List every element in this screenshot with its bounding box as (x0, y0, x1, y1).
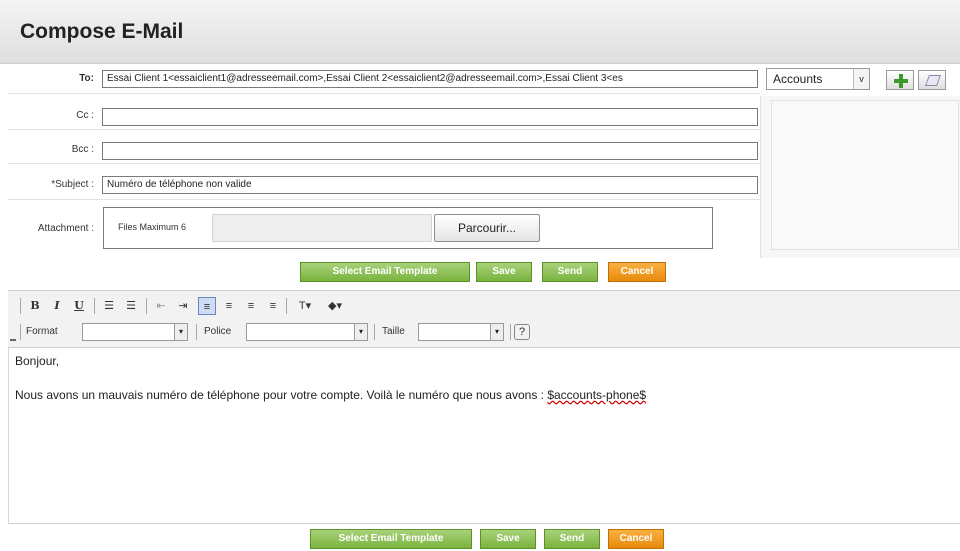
to-label: To: (79, 73, 94, 84)
subject-row: *Subject : Numéro de téléphone non valid… (8, 168, 760, 200)
eraser-icon (924, 75, 942, 86)
top-button-bar: Select Email Template Save Send Cancel (0, 262, 960, 284)
related-module-select[interactable]: Accounts v (766, 68, 870, 90)
message-body-editor[interactable]: Bonjour, Nous avons un mauvais numéro de… (8, 348, 960, 524)
underline-button[interactable]: U (70, 297, 88, 315)
size-label: Taille (382, 326, 405, 337)
ordered-list-icon[interactable]: ☰ (100, 297, 118, 315)
subject-label: *Subject : (51, 179, 94, 190)
add-related-button[interactable] (886, 70, 914, 90)
to-row: To: Essai Client 1<essaiclient1@adressee… (8, 64, 760, 94)
bold-button[interactable]: B (26, 297, 44, 315)
related-module-value: Accounts (773, 72, 823, 86)
cc-field[interactable] (102, 108, 758, 126)
send-button-bottom[interactable]: Send (544, 529, 600, 549)
file-path-input[interactable] (212, 214, 432, 242)
align-right-icon[interactable]: ≡ (242, 297, 260, 315)
unordered-list-icon[interactable]: ☰ (122, 297, 140, 315)
clear-related-button[interactable] (918, 70, 946, 90)
size-select[interactable]: ▾ (418, 323, 504, 341)
chevron-down-icon: v (853, 69, 869, 89)
toolbar-separator (196, 324, 197, 340)
bcc-field[interactable] (102, 142, 758, 160)
font-label: Police (204, 326, 232, 337)
page-title: Compose E-Mail (20, 20, 184, 43)
text-color-icon[interactable]: T▾ (292, 297, 318, 315)
body-line-2: Nous avons un mauvais numéro de téléphon… (15, 388, 646, 402)
cancel-button[interactable]: Cancel (608, 262, 666, 282)
background-color-icon[interactable]: ◆▾ (322, 297, 348, 315)
files-max-hint: Files Maximum 6 (118, 222, 187, 232)
merge-variable: $accounts-phone$ (547, 388, 647, 402)
toolbar-row-2: Format ▾ Police ▾ Taille ▾ ? (20, 321, 940, 343)
bottom-button-bar: Select Email Template Save Send Cancel (0, 529, 960, 551)
save-button[interactable]: Save (476, 262, 532, 282)
body-line-2-text: Nous avons un mauvais numéro de téléphon… (15, 388, 548, 402)
bcc-label: Bcc : (71, 144, 94, 155)
plus-icon (894, 74, 908, 88)
toolbar-row-1: B I U ☰ ☰ ⇤ ⇥ ≡ ≡ ≡ ≡ T▾ ◆▾ (20, 295, 940, 317)
subject-field[interactable]: Numéro de téléphone non valide (102, 176, 758, 194)
collapse-toolbar-icon[interactable] (10, 335, 16, 341)
cc-row: Cc : (8, 100, 760, 130)
format-label: Format (26, 326, 58, 337)
select-template-button-bottom[interactable]: Select Email Template (310, 529, 472, 549)
indent-icon[interactable]: ⇥ (174, 297, 192, 315)
attachment-label: Attachment : (37, 223, 94, 234)
outdent-icon[interactable]: ⇤ (152, 297, 170, 315)
toolbar-separator (20, 324, 21, 340)
cancel-button-bottom[interactable]: Cancel (608, 529, 664, 549)
toolbar-separator (146, 298, 147, 314)
font-select[interactable]: ▾ (246, 323, 368, 341)
select-template-button[interactable]: Select Email Template (300, 262, 470, 282)
attachment-box: Files Maximum 6 Parcourir... (103, 207, 713, 249)
align-justify-icon[interactable]: ≡ (264, 297, 282, 315)
chevron-down-icon: ▾ (174, 323, 188, 341)
body-line-1: Bonjour, (15, 354, 60, 368)
format-select[interactable]: ▾ (82, 323, 188, 341)
to-field[interactable]: Essai Client 1<essaiclient1@adresseemail… (102, 70, 758, 88)
cc-label: Cc : (76, 110, 94, 121)
align-left-icon[interactable]: ≡ (198, 297, 216, 315)
toolbar-separator (374, 324, 375, 340)
toolbar-separator (286, 298, 287, 314)
browse-button[interactable]: Parcourir... (434, 214, 540, 242)
side-panel (760, 96, 960, 258)
side-panel-box (771, 100, 959, 250)
toolbar-separator (510, 324, 511, 340)
help-button[interactable]: ? (514, 324, 530, 340)
align-center-icon[interactable]: ≡ (220, 297, 238, 315)
italic-button[interactable]: I (48, 297, 66, 315)
toolbar-separator (94, 298, 95, 314)
save-button-bottom[interactable]: Save (480, 529, 536, 549)
chevron-down-icon: ▾ (490, 323, 504, 341)
editor-toolbar: B I U ☰ ☰ ⇤ ⇥ ≡ ≡ ≡ ≡ T▾ ◆▾ Format ▾ Pol… (8, 290, 960, 348)
bcc-row: Bcc : (8, 134, 760, 164)
send-button[interactable]: Send (542, 262, 598, 282)
title-bar: Compose E-Mail (0, 0, 960, 64)
chevron-down-icon: ▾ (354, 323, 368, 341)
toolbar-separator (20, 298, 21, 314)
